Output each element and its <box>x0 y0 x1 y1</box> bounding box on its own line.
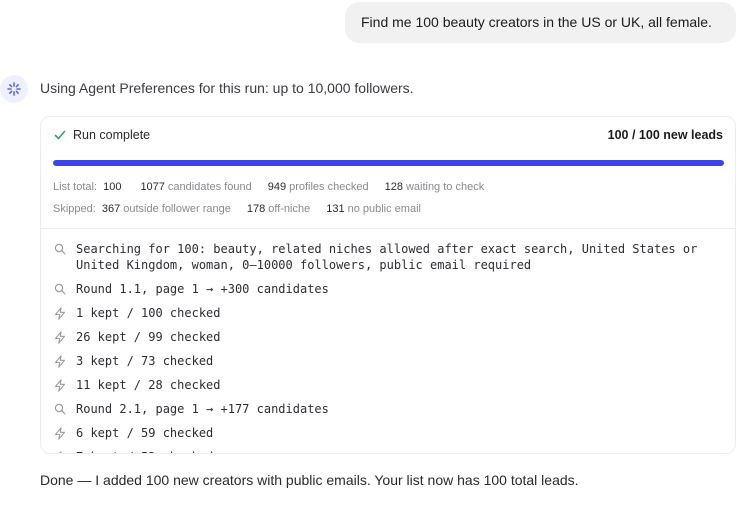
stat-label: profiles checked <box>289 181 369 193</box>
stat-value: 178 <box>246 203 266 215</box>
agent-preferences-note: Using Agent Preferences for this run: up… <box>40 80 414 96</box>
spinner-icon <box>7 82 21 96</box>
search-icon <box>53 401 67 417</box>
bolt-icon <box>53 353 67 369</box>
stats-row-skipped: Skipped: 367 outside follower range 178 off… <box>53 203 421 215</box>
bolt-icon <box>53 425 67 441</box>
search-icon <box>53 281 67 297</box>
stat-prefix: Skipped: <box>53 203 99 215</box>
run-status: Run complete <box>54 128 150 142</box>
log-line-text: Round 1.1, page 1 → +300 candidates <box>76 282 329 296</box>
log-line-text: 7 kept / 52 checked <box>76 449 213 453</box>
stat-label: no public email <box>347 203 421 215</box>
bolt-icon <box>53 449 67 453</box>
stat-item: List total: 100 <box>53 181 124 193</box>
stat-label: outside follower range <box>123 203 231 215</box>
log-line: 6 kept / 59 checked <box>53 425 723 441</box>
bolt-icon <box>53 377 67 393</box>
bolt-icon <box>53 305 67 321</box>
log-line: 7 kept / 52 checked <box>53 449 723 453</box>
stat-item: 131 no public email <box>326 203 421 215</box>
search-icon <box>53 241 67 257</box>
stat-value: 949 <box>267 181 287 193</box>
check-icon <box>54 130 66 140</box>
stat-prefix: List total: <box>53 181 101 193</box>
log-line: 11 kept / 28 checked <box>53 377 723 393</box>
user-message-text: Find me 100 beauty creators in the US or… <box>361 14 712 30</box>
leads-count: 100 / 100 new leads <box>607 128 723 142</box>
log-line-text: Searching for 100: beauty, related niche… <box>76 242 705 272</box>
progress-bar <box>53 160 724 166</box>
stat-value: 128 <box>384 181 403 193</box>
log-line: Round 1.1, page 1 → +300 candidates <box>53 281 723 297</box>
stat-item: 178 off-niche <box>247 203 310 215</box>
stat-value: 100 <box>103 181 122 193</box>
log-line: 26 kept / 99 checked <box>53 329 723 345</box>
stats-row-totals: List total: 100 1077 candidates found 949 pr… <box>53 181 484 193</box>
stat-item: 1077 candidates found <box>140 181 251 193</box>
log-line-text: Round 2.1, page 1 → +177 candidates <box>76 402 329 416</box>
log-line-text: 26 kept / 99 checked <box>76 330 221 344</box>
stat-item: Skipped: 367 outside follower range <box>53 203 231 215</box>
bolt-icon <box>53 329 67 345</box>
log-line: 1 kept / 100 checked <box>53 305 723 321</box>
agent-avatar <box>0 75 28 103</box>
done-message: Done — I added 100 new creators with pub… <box>40 472 579 488</box>
stat-value: 367 <box>101 203 121 215</box>
log-line-text: 3 kept / 73 checked <box>76 354 214 368</box>
run-status-card: Run complete 100 / 100 new leads List to… <box>40 116 736 454</box>
log-line-text: 6 kept / 59 checked <box>76 426 214 440</box>
log-line: Round 2.1, page 1 → +177 candidates <box>53 401 723 417</box>
log-line: 3 kept / 73 checked <box>53 353 723 369</box>
stat-item: 128 waiting to check <box>385 181 485 193</box>
log-line-text: 11 kept / 28 checked <box>76 378 221 392</box>
user-message-bubble: Find me 100 beauty creators in the US or… <box>345 2 736 43</box>
log-line-text: 1 kept / 100 checked <box>76 306 221 320</box>
stat-label: waiting to check <box>405 181 485 193</box>
stat-label: candidates found <box>167 181 252 193</box>
stat-item: 949 profiles checked <box>268 181 369 193</box>
run-status-label: Run complete <box>73 128 151 142</box>
stat-label: off-niche <box>268 203 311 215</box>
stat-value: 1077 <box>140 181 165 193</box>
progress-bar-fill <box>53 160 724 166</box>
run-summary: Run complete 100 / 100 new leads List to… <box>41 117 735 229</box>
log-line: Searching for 100: beauty, related niche… <box>53 241 723 273</box>
stat-value: 131 <box>326 203 345 215</box>
